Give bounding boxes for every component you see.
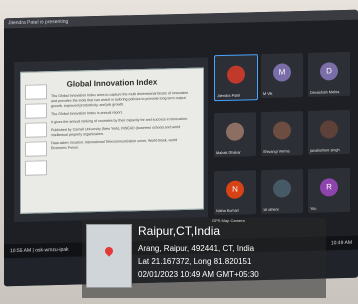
participant-name: Nisha Kumari: [216, 208, 239, 214]
meeting-time-code: 10:55 AM | osk-wmzu-ipak: [10, 246, 69, 255]
participant-tile[interactable]: Shivangi Verma: [261, 111, 303, 157]
avatar: R: [320, 178, 338, 197]
participant-name: Jitendra Patel: [217, 93, 241, 99]
gps-app-name: GPS Map Camera: [212, 218, 245, 223]
slide-thumbnail[interactable]: [25, 122, 47, 138]
slide-title: Global Innovation Index: [66, 77, 158, 89]
avatar: M: [273, 63, 291, 82]
slide-thumbnail[interactable]: [25, 160, 47, 176]
avatar: [273, 179, 291, 198]
participant-tile[interactable]: 16 others: [261, 169, 303, 215]
avatar: D: [320, 62, 338, 81]
coordinates-line: Lat 21.167372, Long 81.820151: [138, 257, 252, 266]
slide-bullet: The Global Innovation Index aims to capt…: [51, 90, 189, 109]
slide-thumbnail[interactable]: [25, 103, 47, 119]
slide: Global Innovation Index The Global Innov…: [20, 67, 204, 214]
participant-name: Mahak Dhakar: [216, 150, 241, 156]
participant-tile[interactable]: M M Vik: [261, 53, 303, 99]
participant-tile[interactable]: janakishore singh: [308, 109, 350, 155]
participant-name: Shivangi Verma: [263, 149, 290, 154]
address-line: Arang, Raipur, 492441, CT, India: [138, 244, 255, 253]
slide-body: The Global Innovation Index aims to capt…: [51, 91, 189, 154]
map-pin-icon: [103, 245, 115, 257]
avatar: [273, 121, 291, 140]
participant-tile[interactable]: N Nisha Kumari: [214, 170, 256, 216]
slide-thumbnails: [25, 84, 47, 203]
participant-name: M Vik: [263, 91, 273, 96]
participant-tile[interactable]: Mahak Dhakar: [214, 112, 256, 158]
avatar: [226, 122, 244, 141]
avatar: N: [226, 180, 244, 199]
slide-thumbnail[interactable]: [25, 141, 47, 157]
gps-overlay: GPS Map Camera Raipur,CT,India Arang, Ra…: [82, 218, 326, 298]
location-title: Raipur,CT,India: [138, 224, 221, 238]
participant-gallery: Jitendra Patel M M Vik D Devashish Mehta…: [214, 51, 354, 230]
participant-name: 16 others: [263, 207, 279, 212]
map-thumbnail: [86, 224, 132, 288]
slide-bullet: Published by Cornell University (New Yor…: [51, 125, 181, 138]
participant-tile[interactable]: D Devashish Mehta: [308, 51, 350, 97]
slide-bullet: It gives the annual ranking of countries…: [51, 116, 188, 125]
avatar: [320, 120, 338, 139]
participant-name: Devashish Mehta: [310, 90, 340, 95]
participant-name: janakishore singh: [310, 148, 340, 153]
participant-tile[interactable]: Jitendra Patel: [214, 54, 258, 102]
avatar: [227, 65, 245, 84]
presentation-stage: Global Innovation Index The Global Innov…: [14, 57, 208, 223]
datetime-line: 02/01/2023 10:49 AM GMT+05:30: [138, 270, 259, 279]
slide-bullet: The Global Innovation Index is annual re…: [51, 110, 123, 117]
clock: 10:49 AM: [330, 239, 352, 247]
participant-tile[interactable]: R You: [308, 167, 350, 213]
slide-bullet: Data taken; location: International Tele…: [51, 138, 178, 151]
participant-name: You: [310, 206, 317, 211]
